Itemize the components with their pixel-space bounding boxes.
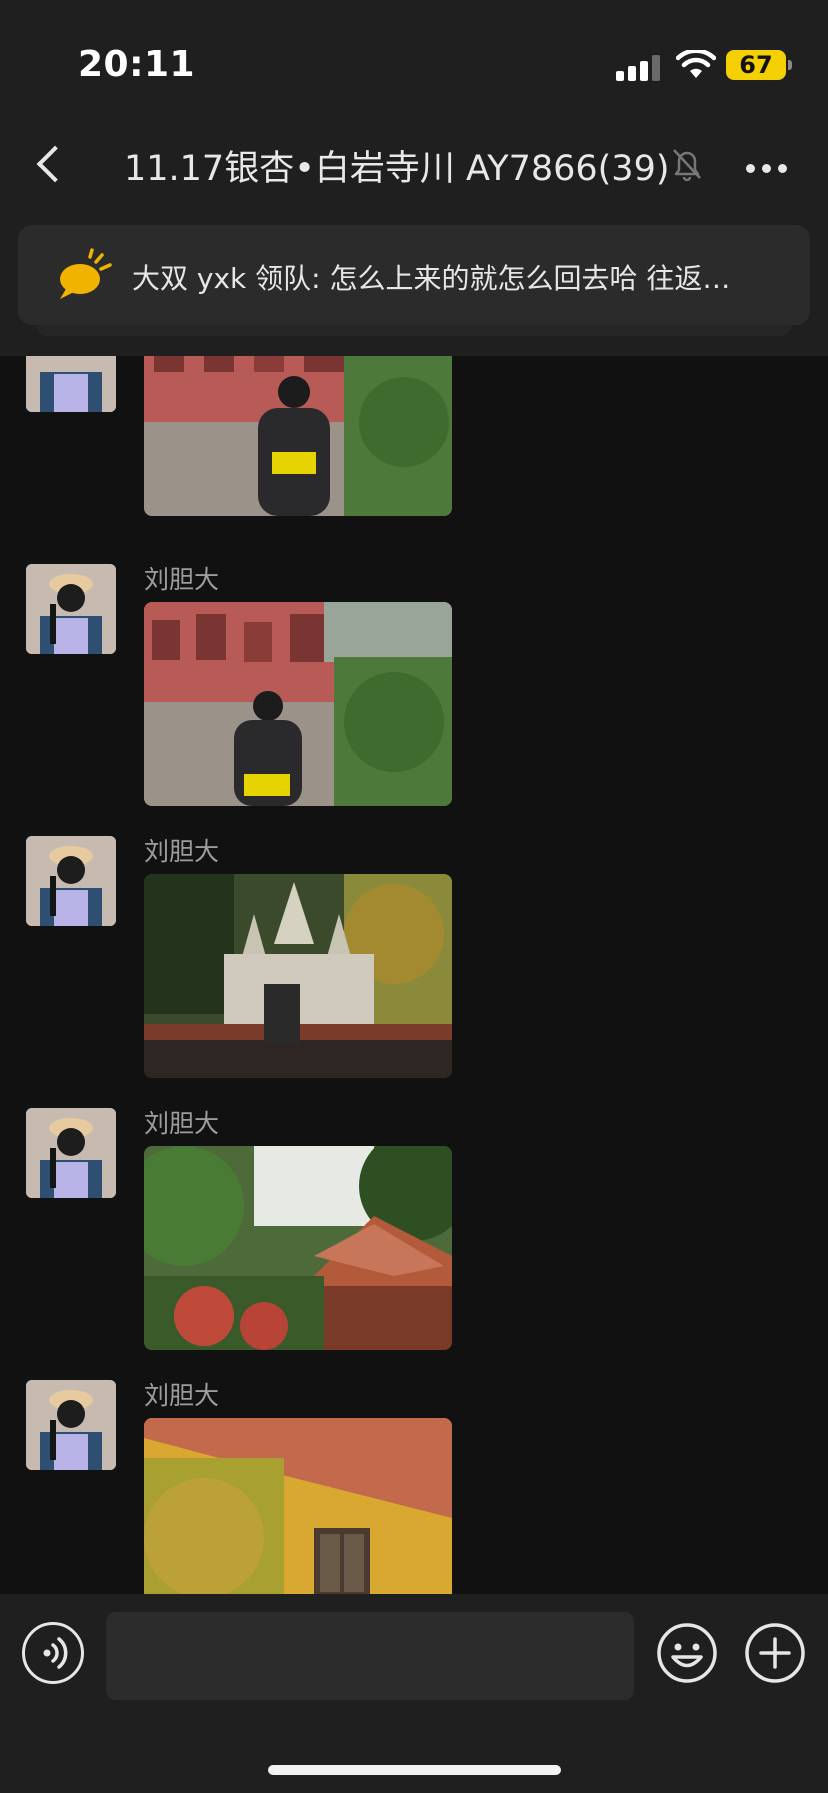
announcement-bubble-icon xyxy=(60,248,112,299)
pinned-announcement[interactable]: 大双 yxk 领队: 怎么上来的就怎么回去哈 往返… xyxy=(18,225,810,325)
input-bar xyxy=(0,1594,828,1793)
avatar[interactable] xyxy=(26,836,116,926)
add-plus-icon xyxy=(745,1623,805,1683)
status-bar: 20:11 67 xyxy=(0,0,828,120)
chat-header: 11.17银杏•白岩寺川 AY7866(39) xyxy=(0,120,828,220)
sender-name: 刘胆大 xyxy=(144,565,220,594)
emoji-button[interactable] xyxy=(656,1622,718,1684)
message-list[interactable]: 刘胆大 刘胆大 刘胆大 刘胆大 xyxy=(0,356,828,1594)
wifi-icon xyxy=(676,50,716,78)
avatar[interactable] xyxy=(26,1380,116,1470)
home-indicator[interactable] xyxy=(268,1765,561,1775)
add-button[interactable] xyxy=(744,1622,806,1684)
message-photo[interactable] xyxy=(144,1146,452,1350)
cellular-signal-icon xyxy=(616,55,660,81)
voice-input-button[interactable] xyxy=(22,1622,84,1684)
battery-icon: 67 xyxy=(726,50,786,80)
message-photo[interactable] xyxy=(144,356,452,516)
message-input[interactable] xyxy=(106,1612,634,1700)
more-button[interactable] xyxy=(736,148,796,188)
sender-name: 刘胆大 xyxy=(144,837,220,866)
back-button[interactable] xyxy=(30,137,74,197)
group-title: 11.17银杏•白岩寺川 AY7866(39) xyxy=(124,149,670,189)
mute-bell-icon xyxy=(673,149,701,182)
sender-name: 刘胆大 xyxy=(144,1381,220,1410)
status-time: 20:11 xyxy=(78,44,196,85)
emoji-icon xyxy=(657,1623,717,1683)
avatar[interactable] xyxy=(26,1108,116,1198)
avatar[interactable] xyxy=(26,356,116,412)
back-icon xyxy=(36,145,74,183)
voice-input-icon xyxy=(43,1637,68,1669)
announcement-text: 大双 yxk 领队: 怎么上来的就怎么回去哈 往返… xyxy=(132,262,731,295)
message-photo[interactable] xyxy=(144,1418,452,1594)
message-photo[interactable] xyxy=(144,602,452,806)
avatar[interactable] xyxy=(26,564,116,654)
message-photo[interactable] xyxy=(144,874,452,1078)
sender-name: 刘胆大 xyxy=(144,1109,220,1138)
